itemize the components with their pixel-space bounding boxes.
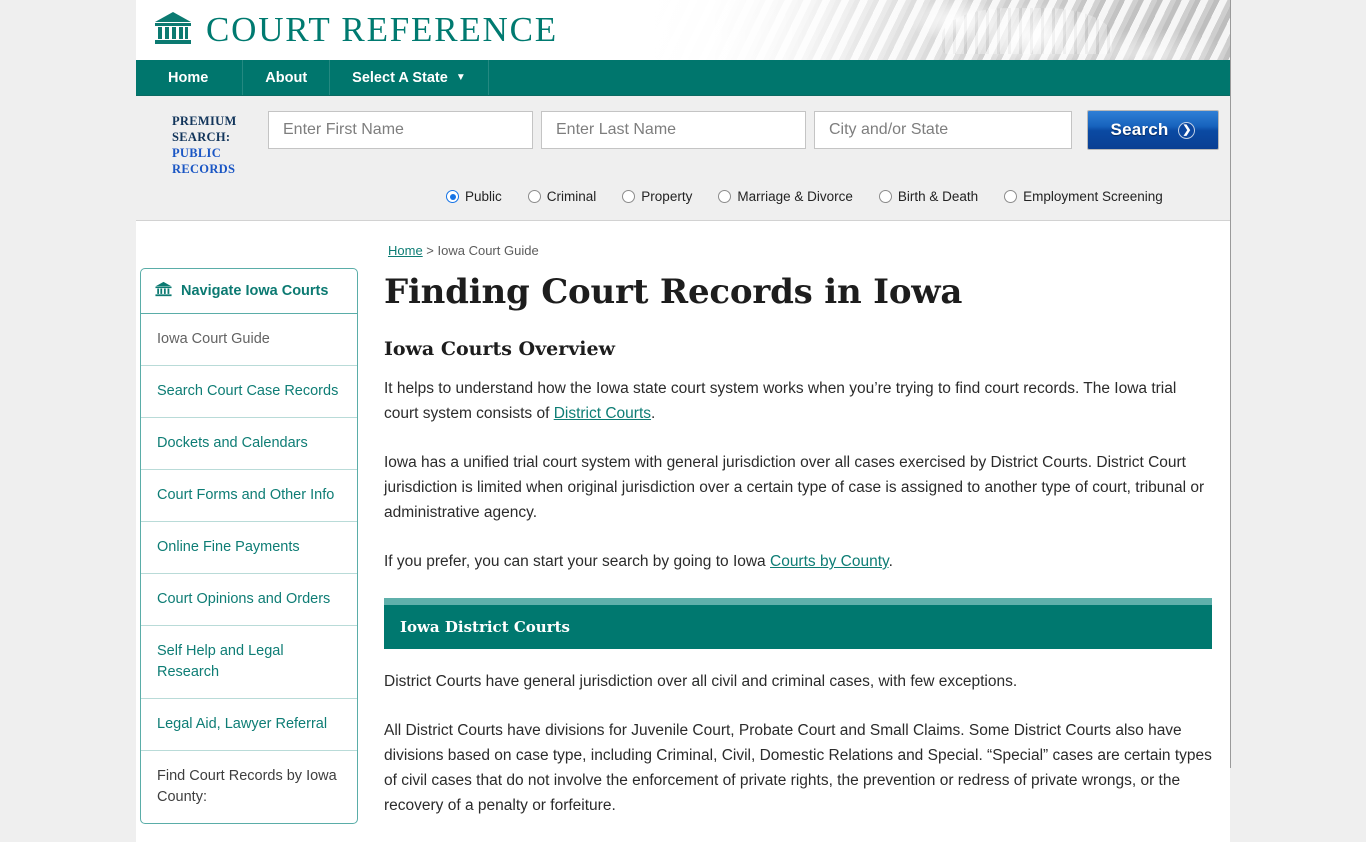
search-button-label: Search [1110,120,1169,139]
sidebar-item-search-court-case-records[interactable]: Search Court Case Records [141,366,357,418]
record-type-radio-group: Public Criminal Property Marriage & Divo… [136,189,1230,204]
nav-item-home-label: Home [168,69,209,86]
paragraph-overview-3: If you prefer, you can start your search… [384,549,1212,574]
sidebar-item-court-forms-and-other-info[interactable]: Court Forms and Other Info [141,470,357,522]
main-navigation: Home About Select A State ▼ [136,60,1230,96]
first-name-input[interactable] [268,111,533,149]
radio-dot-public [446,190,459,203]
paragraph-text-tail: . [888,553,893,570]
nav-item-about[interactable]: About [243,60,331,95]
sidebar-item-court-opinions-and-orders[interactable]: Court Opinions and Orders [141,574,357,626]
district-courts-link[interactable]: District Courts [554,405,651,422]
sidebar-navigate-iowa-courts: Navigate Iowa Courts Iowa Court Guide Se… [140,268,358,824]
sidebar-item-label: Online Fine Payments [157,539,300,555]
page-right-gutter [1230,0,1366,768]
content-area: Navigate Iowa Courts Iowa Court Guide Se… [136,221,1230,842]
radio-option-birth-death[interactable]: Birth & Death [878,189,979,204]
radio-label-birth-death: Birth & Death [897,189,979,204]
radio-label-criminal: Criminal [546,189,597,204]
sidebar-item-self-help-and-legal-research[interactable]: Self Help and Legal Research [141,626,357,699]
sidebar-item-label: Court Forms and Other Info [157,487,335,503]
premium-search-label: PREMIUM SEARCH: PUBLIC RECORDS [172,110,268,177]
radio-label-property: Property [641,189,693,204]
nav-item-home[interactable]: Home [136,60,244,95]
breadcrumb-separator: > [422,243,438,258]
city-state-input[interactable] [814,111,1072,149]
iowa-district-courts-banner: Iowa District Courts [384,598,1212,649]
paragraph-text: It helps to understand how the Iowa stat… [384,380,1177,422]
radio-option-employment-screening[interactable]: Employment Screening [1004,189,1163,204]
page-title: Finding Court Records in Iowa [384,272,963,312]
search-button[interactable]: Search ❯ [1087,110,1219,150]
paragraph-district-2: All District Courts have divisions for J… [384,722,1212,814]
sidebar-item-iowa-court-guide[interactable]: Iowa Court Guide [141,314,357,366]
radio-option-property[interactable]: Property [622,189,692,204]
radio-dot-employment-screening [1004,190,1018,203]
nav-item-select-a-state-label: Select A State [352,69,448,86]
breadcrumb-current: Iowa Court Guide [437,243,539,258]
sidebar-item-label: Iowa Court Guide [157,331,270,347]
paragraph-text-tail: . [651,405,656,422]
paragraph-text: If you prefer, you can start your search… [384,553,770,570]
page-container: COURT REFERENCE Home About Select A Stat… [136,0,1230,842]
site-masthead: COURT REFERENCE [136,0,1230,60]
radio-dot-marriage-divorce [718,190,732,203]
chevron-right-icon: ❯ [1178,121,1196,139]
courts-by-county-link[interactable]: Courts by County [770,553,889,570]
sidebar-item-label: Dockets and Calendars [157,435,308,451]
paragraph-overview-1: It helps to understand how the Iowa stat… [384,376,1212,426]
site-logo-link[interactable]: COURT REFERENCE [154,0,558,60]
radio-dot-property [622,190,636,203]
nav-item-about-label: About [265,69,308,86]
breadcrumb: Home > Iowa Court Guide [388,243,1212,258]
radio-label-public: Public [465,189,502,204]
premium-label-line1: PREMIUM [172,114,237,128]
radio-dot-birth-death [878,190,892,203]
breadcrumb-home-link[interactable]: Home [388,243,423,258]
site-title: COURT REFERENCE [206,10,558,49]
iowa-district-courts-banner-label: Iowa District Courts [384,605,1212,649]
radio-dot-criminal [527,190,541,203]
courthouse-icon [154,11,192,50]
courthouse-icon [155,281,172,301]
sidebar-heading-label: Navigate Iowa Courts [181,283,329,299]
radio-option-public[interactable]: Public [446,189,502,204]
sidebar-item-find-court-records-by-county: Find Court Records by Iowa County: [141,751,357,823]
radio-option-marriage-divorce[interactable]: Marriage & Divorce [718,189,853,204]
paragraph-district-1: District Courts have general jurisdictio… [384,673,1018,690]
sidebar-heading: Navigate Iowa Courts [141,269,357,314]
sidebar-item-label: Legal Aid, Lawyer Referral [157,716,328,732]
sidebar-item-label: Find Court Records by Iowa County: [157,768,337,805]
premium-search-panel: PREMIUM SEARCH: PUBLIC RECORDS Search ❯ … [136,96,1230,221]
sidebar-item-label: Search Court Case Records [157,383,339,399]
sidebar-item-label: Self Help and Legal Research [157,643,284,680]
last-name-input[interactable] [541,111,806,149]
sidebar-item-dockets-and-calendars[interactable]: Dockets and Calendars [141,418,357,470]
sidebar-item-legal-aid-lawyer-referral[interactable]: Legal Aid, Lawyer Referral [141,699,357,751]
section-heading-overview: Iowa Courts Overview [384,338,615,360]
premium-search-fields: Search ❯ [268,110,1219,150]
radio-label-employment-screening: Employment Screening [1023,189,1163,204]
radio-option-criminal[interactable]: Criminal [527,189,597,204]
premium-label-line3: PUBLIC [172,146,222,160]
paragraph-overview-2: Iowa has a unified trial court system wi… [384,454,1205,521]
radio-label-marriage-divorce: Marriage & Divorce [737,189,853,204]
sidebar-item-online-fine-payments[interactable]: Online Fine Payments [141,522,357,574]
main-content: Home > Iowa Court Guide Finding Court Re… [358,243,1212,842]
premium-label-line2: SEARCH: [172,130,231,144]
premium-label-line4: RECORDS [172,162,236,176]
page-left-gutter [0,0,136,768]
chevron-down-icon: ▼ [455,71,466,83]
sidebar-item-label: Court Opinions and Orders [157,591,331,607]
nav-item-select-a-state[interactable]: Select A State ▼ [330,60,489,95]
